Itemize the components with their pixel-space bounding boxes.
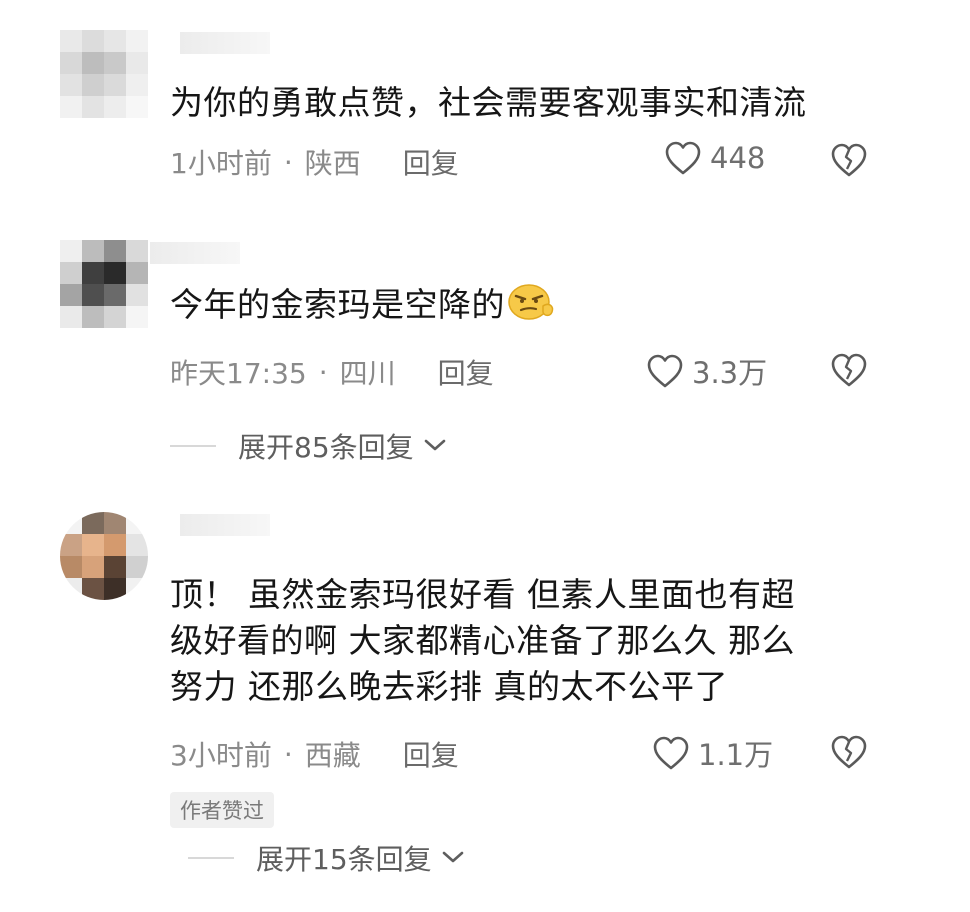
comment-text-content: 今年的金索玛是空降的 xyxy=(170,285,505,324)
separator-dot: · xyxy=(283,145,293,179)
comment-item: 顶！ 虽然金索玛很好看 但素人里面也有超 级好看的啊 大家都精心准备了那么久 那… xyxy=(0,490,970,912)
comment-region: 陕西 xyxy=(304,147,361,180)
dislike-button[interactable] xyxy=(830,734,868,774)
reply-button[interactable]: 回复 xyxy=(438,352,494,392)
avatar[interactable] xyxy=(60,512,148,600)
divider-line xyxy=(188,857,234,859)
dislike-button[interactable] xyxy=(830,352,868,392)
comment-text-line: 顶！ 虽然金索玛很好看 但素人里面也有超 xyxy=(170,575,795,614)
chevron-down-icon xyxy=(422,432,448,460)
comment-text-line: 级好看的啊 大家都精心准备了那么久 那么 xyxy=(170,621,795,660)
avatar[interactable] xyxy=(60,30,148,118)
comment-meta: 3小时前 · 西藏 回复 xyxy=(170,734,459,774)
comment-region: 四川 xyxy=(339,357,396,390)
like-count: 448 xyxy=(710,141,766,175)
expand-replies-label: 展开85条回复 xyxy=(238,431,414,464)
comment-time: 3小时前 xyxy=(170,739,272,772)
smirk-emoji-icon xyxy=(505,282,554,320)
broken-heart-icon xyxy=(831,735,867,769)
comment-time: 1小时前 xyxy=(170,147,272,180)
divider-line xyxy=(170,445,216,447)
dislike-button[interactable] xyxy=(830,142,868,182)
username-blurred[interactable] xyxy=(180,514,270,536)
expand-replies-button[interactable]: 展开85条回复 xyxy=(170,426,448,466)
like-count: 1.1万 xyxy=(698,738,774,772)
expand-replies-label: 展开15条回复 xyxy=(256,843,432,876)
comment-item: 今年的金索玛是空降的 昨天17:35 · 四川 回复 3.3万 展开85条回复 xyxy=(0,200,970,490)
author-liked-badge: 作者赞过 xyxy=(170,792,274,828)
username-blurred[interactable] xyxy=(180,32,270,54)
separator-dot: · xyxy=(318,355,328,389)
comment-text: 为你的勇敢点赞，社会需要客观事实和清流 xyxy=(170,83,807,122)
heart-outline-icon xyxy=(647,354,683,388)
avatar[interactable] xyxy=(60,240,148,328)
chevron-down-icon xyxy=(440,844,466,872)
username-blurred[interactable] xyxy=(150,242,240,264)
comment-meta: 1小时前 · 陕西 回复 xyxy=(170,142,459,182)
heart-outline-icon xyxy=(665,141,701,175)
comment-text-line: 努力 还那么晚去彩排 真的太不公平了 xyxy=(170,667,728,706)
reply-button[interactable]: 回复 xyxy=(403,142,459,182)
reply-button[interactable]: 回复 xyxy=(403,734,459,774)
comment-item: 为你的勇敢点赞，社会需要客观事实和清流 1小时前 · 陕西 回复 448 xyxy=(0,0,970,200)
expand-replies-button[interactable]: 展开15条回复 xyxy=(188,838,466,878)
like-button[interactable]: 3.3万 xyxy=(646,350,767,392)
broken-heart-icon xyxy=(831,143,867,177)
comment-meta: 昨天17:35 · 四川 回复 xyxy=(170,352,494,392)
broken-heart-icon xyxy=(831,353,867,387)
heart-outline-icon xyxy=(653,736,689,770)
comment-region: 西藏 xyxy=(304,739,361,772)
comment-time: 昨天17:35 xyxy=(170,357,307,390)
comment-text: 今年的金索玛是空降的 xyxy=(170,282,890,328)
like-button[interactable]: 448 xyxy=(664,140,765,176)
like-button[interactable]: 1.1万 xyxy=(652,732,773,774)
separator-dot: · xyxy=(283,737,293,771)
like-count: 3.3万 xyxy=(692,356,768,390)
comment-text: 顶！ 虽然金索玛很好看 但素人里面也有超 级好看的啊 大家都精心准备了那么久 那… xyxy=(170,572,890,710)
